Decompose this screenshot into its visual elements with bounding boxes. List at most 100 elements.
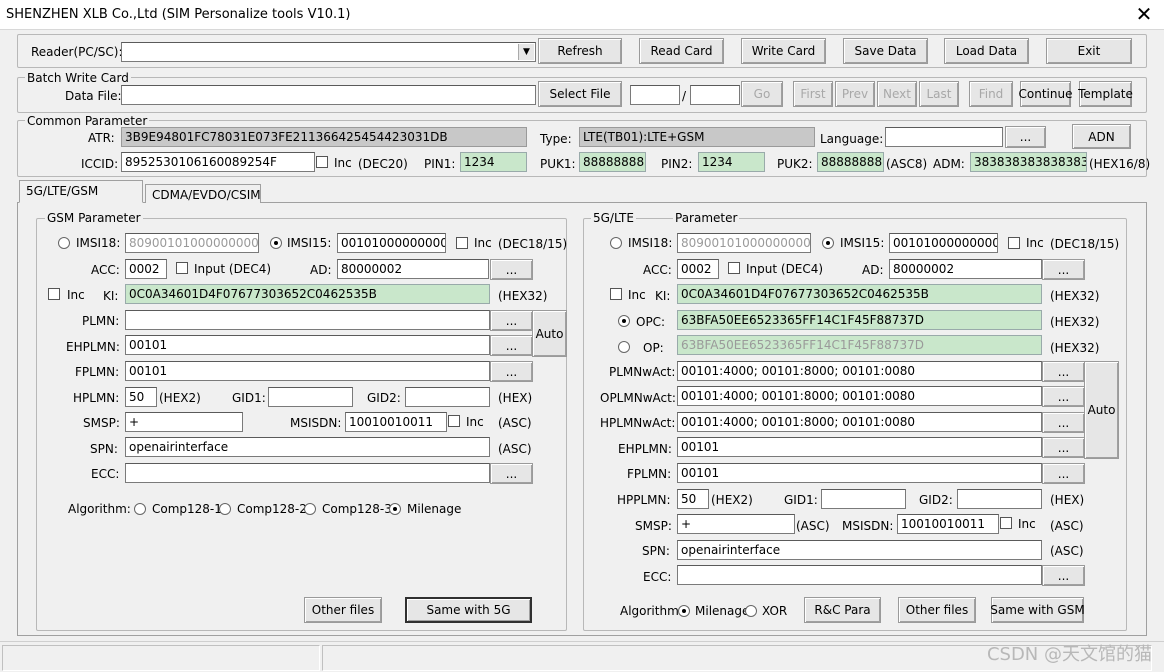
lte-other-files-button[interactable]: Other files — [898, 597, 976, 623]
gsm-comp128-3-radio[interactable] — [304, 503, 316, 515]
lte-oplmnwact-browse-button[interactable]: ... — [1042, 386, 1085, 407]
lte-imsi-inc-checkbox[interactable] — [1008, 237, 1020, 249]
lte-op-input[interactable]: 63BFA50EE6523365FF14C1F45F88737D — [677, 335, 1042, 355]
puk2-input[interactable]: 88888888 — [817, 152, 884, 172]
lte-auto-button[interactable]: Auto — [1084, 361, 1119, 459]
write-card-button[interactable]: Write Card — [741, 38, 826, 64]
gsm-msisdn-input[interactable]: 10010010011 — [345, 412, 447, 432]
lte-plmnwact-browse-button[interactable]: ... — [1042, 361, 1085, 382]
gsm-ehplmn-input[interactable]: 00101 — [125, 335, 490, 355]
lte-op-radio[interactable] — [618, 341, 630, 353]
gsm-gid2-input[interactable] — [405, 387, 490, 407]
gsm-imsi15-input[interactable]: 001010000000001 — [337, 233, 446, 253]
gsm-input-dec4-checkbox[interactable] — [176, 262, 188, 274]
lte-imsi18-input[interactable]: 809001010000000001 — [677, 233, 811, 253]
first-button[interactable]: First — [793, 81, 833, 107]
save-data-button[interactable]: Save Data — [843, 38, 928, 64]
lte-hpplmn-input[interactable]: 50 — [677, 489, 709, 509]
gsm-msisdn-inc-checkbox[interactable] — [448, 415, 460, 427]
gsm-imsi-inc-checkbox[interactable] — [456, 237, 468, 249]
gsm-ecc-browse-button[interactable]: ... — [490, 463, 533, 484]
continue-button[interactable]: Continue — [1019, 81, 1072, 107]
gsm-fplmn-input[interactable]: 00101 — [125, 361, 490, 381]
gsm-ki-input[interactable]: 0C0A34601D4F07677303652C0462535B — [125, 284, 490, 304]
select-file-button[interactable]: Select File — [538, 81, 622, 107]
lte-ad-browse-button[interactable]: ... — [1042, 259, 1085, 280]
tab-cdma-evdo-csim[interactable]: CDMA/EVDO/CSIM — [145, 184, 261, 203]
lte-plmnwact-input[interactable]: 00101:4000; 00101:8000; 00101:0080 — [677, 361, 1042, 381]
read-card-button[interactable]: Read Card — [639, 38, 724, 64]
gsm-plmn-input[interactable] — [125, 310, 490, 330]
adn-button[interactable]: ADN — [1072, 124, 1131, 149]
gsm-plmn-browse-button[interactable]: ... — [490, 310, 533, 331]
pin2-input[interactable]: 1234 — [698, 152, 765, 172]
chevron-down-icon[interactable]: ▼ — [518, 44, 534, 60]
lte-input-dec4-checkbox[interactable] — [728, 262, 740, 274]
template-button[interactable]: Template — [1078, 81, 1133, 107]
language-input[interactable] — [885, 127, 1003, 147]
data-file-input[interactable] — [121, 85, 536, 105]
lte-ad-input[interactable]: 80000002 — [889, 259, 1042, 279]
gsm-fplmn-browse-button[interactable]: ... — [490, 361, 533, 382]
next-button[interactable]: Next — [877, 81, 917, 107]
lte-msisdn-inc-checkbox[interactable] — [1000, 517, 1012, 529]
lte-imsi15-input[interactable]: 001010000000001 — [889, 233, 998, 253]
pin1-input[interactable]: 1234 — [460, 152, 527, 172]
gsm-other-files-button[interactable]: Other files — [304, 597, 382, 623]
gsm-comp128-2-radio[interactable] — [219, 503, 231, 515]
lte-acc-input[interactable]: 0002 — [677, 259, 719, 279]
lte-opc-input[interactable]: 63BFA50EE6523365FF14C1F45F88737D — [677, 310, 1042, 330]
lte-ki-input[interactable]: 0C0A34601D4F07677303652C0462535B — [677, 284, 1042, 304]
lte-imsi15-radio[interactable] — [822, 237, 834, 249]
language-browse-button[interactable]: ... — [1005, 126, 1046, 148]
gsm-smsp-input[interactable]: + — [125, 412, 243, 432]
reader-select[interactable]: ▼ — [121, 42, 536, 62]
lte-imsi18-radio[interactable] — [610, 237, 622, 249]
batch-total-input[interactable] — [690, 85, 740, 105]
puk1-input[interactable]: 88888888 — [579, 152, 646, 172]
lte-msisdn-input[interactable]: 10010010011 — [897, 514, 999, 534]
gsm-gid1-input[interactable] — [268, 387, 353, 407]
lte-ehplmn-input[interactable]: 00101 — [677, 437, 1042, 457]
gsm-auto-button[interactable]: Auto — [532, 310, 567, 357]
iccid-input[interactable]: 8952530106160089254F — [121, 152, 315, 172]
batch-current-input[interactable] — [630, 85, 680, 105]
gsm-spn-input[interactable]: openairinterface — [125, 437, 490, 457]
lte-opc-radio[interactable] — [618, 315, 630, 327]
lte-hplmnwact-input[interactable]: 00101:4000; 00101:8000; 00101:0080 — [677, 412, 1042, 432]
gsm-ki-inc-checkbox[interactable] — [48, 288, 60, 300]
lte-ki-inc-checkbox[interactable] — [610, 288, 622, 300]
tab-5g-lte-gsm[interactable]: 5G/LTE/GSM — [19, 180, 143, 203]
gsm-ad-browse-button[interactable]: ... — [490, 259, 533, 280]
gsm-comp128-1-radio[interactable] — [134, 503, 146, 515]
lte-xor-radio[interactable] — [745, 605, 757, 617]
lte-hplmnwact-browse-button[interactable]: ... — [1042, 412, 1085, 433]
same-with-5g-button[interactable]: Same with 5G — [405, 597, 532, 623]
gsm-ehplmn-browse-button[interactable]: ... — [490, 335, 533, 356]
exit-button[interactable]: Exit — [1046, 38, 1132, 64]
gsm-imsi18-input[interactable]: 809001010000000001 — [125, 233, 259, 253]
rc-para-button[interactable]: R&C Para — [804, 597, 881, 623]
gsm-imsi18-radio[interactable] — [58, 237, 70, 249]
lte-ecc-input[interactable] — [677, 565, 1042, 585]
adm-input[interactable]: 3838383838383838 — [970, 152, 1087, 172]
lte-smsp-input[interactable]: + — [677, 514, 795, 534]
gsm-milenage-radio[interactable] — [389, 503, 401, 515]
lte-fplmn-input[interactable]: 00101 — [677, 463, 1042, 483]
go-button[interactable]: Go — [741, 81, 783, 107]
find-button[interactable]: Find — [969, 81, 1013, 107]
gsm-ad-input[interactable]: 80000002 — [337, 259, 489, 279]
gsm-ecc-input[interactable] — [125, 463, 490, 483]
prev-button[interactable]: Prev — [835, 81, 875, 107]
lte-oplmnwact-input[interactable]: 00101:4000; 00101:8000; 00101:0080 — [677, 386, 1042, 406]
iccid-inc-checkbox[interactable] — [316, 156, 328, 168]
lte-gid2-input[interactable] — [957, 489, 1042, 509]
lte-ecc-browse-button[interactable]: ... — [1042, 565, 1085, 586]
lte-gid1-input[interactable] — [821, 489, 906, 509]
lte-milenage-radio[interactable] — [678, 605, 690, 617]
load-data-button[interactable]: Load Data — [944, 38, 1029, 64]
gsm-hplmn-input[interactable]: 50 — [125, 387, 157, 407]
lte-fplmn-browse-button[interactable]: ... — [1042, 463, 1085, 484]
close-icon[interactable]: ✕ — [1134, 3, 1154, 25]
gsm-imsi15-radio[interactable] — [270, 237, 282, 249]
